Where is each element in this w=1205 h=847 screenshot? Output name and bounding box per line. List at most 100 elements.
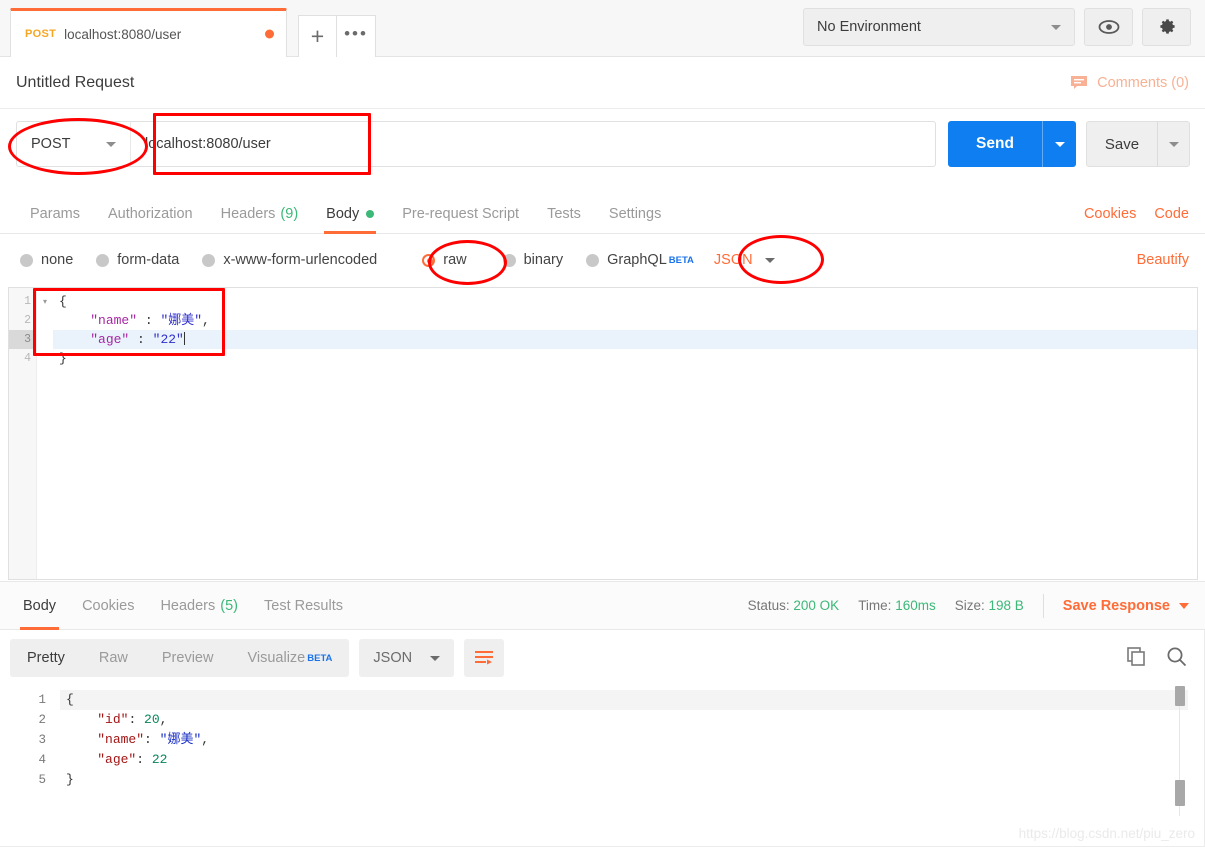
search-button[interactable] [1166,646,1187,670]
copy-icon [1127,647,1145,666]
unsaved-changes-dot-icon [265,29,274,39]
word-wrap-button[interactable] [464,639,505,677]
chevron-down-icon [764,257,775,263]
request-tab-method: POST [25,28,57,40]
http-method-select[interactable]: POST [17,122,131,166]
response-body[interactable]: 1 2 3 4 5 { "id": 20, "name": "娜美", "age… [18,686,1188,816]
tab-label: Headers [160,597,216,614]
tab-settings[interactable]: Settings [595,194,675,234]
response-tab-cookies[interactable]: Cookies [69,581,147,630]
new-tab-button[interactable]: + [298,15,337,57]
beautify-button[interactable]: Beautify [1137,252,1189,268]
environment-controls: No Environment [803,8,1191,46]
body-format-select[interactable]: JSON [714,252,775,268]
radio-icon [96,253,110,267]
page-title: Untitled Request [16,73,135,91]
cookies-link[interactable]: Cookies [1084,206,1136,222]
code-link[interactable]: Code [1154,206,1189,222]
request-tab-name: localhost:8080/user [64,26,182,42]
scrollbar-thumb-bottom[interactable] [1175,780,1185,806]
size-label: Size: [954,598,985,613]
code-line: { [60,690,1188,710]
gear-icon [1159,19,1175,34]
http-method-value: POST [31,136,71,152]
radio-icon [20,253,33,267]
tab-strip: POST localhost:8080/user + ••• [10,8,376,57]
tab-body[interactable]: Body [312,194,388,234]
save-response-button[interactable]: Save Response [1063,598,1189,614]
word-wrap-icon [475,651,494,665]
tab-pre-request-script[interactable]: Pre-request Script [388,194,533,234]
meta-divider [1042,593,1044,618]
size-group: Size: 198 B [955,598,1024,613]
chevron-down-icon [1051,24,1061,30]
body-type-none[interactable]: none [20,252,73,268]
radio-icon [502,253,516,267]
search-icon [1167,647,1187,667]
body-type-binary[interactable]: binary [502,252,563,268]
view-mode-label: Pretty [27,650,65,666]
body-type-urlencoded[interactable]: x-www-form-urlencoded [202,252,377,268]
tab-authorization[interactable]: Authorization [94,194,207,234]
comments-button[interactable]: Comments (0) [1070,75,1189,91]
request-body-editor[interactable]: 1 2 3 4 ▾ { "name" : "娜美", "age" : "22" … [8,287,1198,580]
chevron-down-icon [1168,141,1179,147]
response-scrollbar[interactable] [1175,686,1185,816]
body-format-value: JSON [713,252,753,268]
send-button-group[interactable]: Send [948,121,1076,167]
save-button-group[interactable]: Save [1086,121,1190,167]
fold-toggle-icon[interactable]: ▾ [37,292,53,311]
response-tab-headers[interactable]: Headers (5) [147,581,251,630]
response-tab-body[interactable]: Body [10,581,69,630]
send-options-button[interactable] [1043,141,1076,147]
radio-icon [202,253,216,267]
tab-options-button[interactable]: ••• [337,15,376,57]
body-type-label: raw [443,252,467,268]
save-options-button[interactable] [1158,141,1189,147]
response-format-select[interactable]: JSON [359,639,455,677]
copy-button[interactable] [1127,647,1146,669]
line-number: 4 [38,753,46,767]
body-present-dot-icon [366,209,375,218]
radio-icon [586,253,600,267]
request-tab[interactable]: POST localhost:8080/user [10,8,287,57]
url-input-value: localhost:8080/user [145,136,271,152]
code-line: } [59,351,67,366]
response-tab-test-results[interactable]: Test Results [251,581,356,630]
tab-params[interactable]: Params [16,194,94,234]
tab-label: Cookies [82,597,135,614]
response-action-icons [1127,646,1187,670]
line-number: 1 [24,295,31,308]
view-mode-preview[interactable]: Preview [145,639,231,677]
environment-select[interactable]: No Environment [803,8,1075,46]
settings-button[interactable] [1142,8,1191,46]
response-format-value: JSON [373,650,413,666]
time-label: Time: [858,598,892,613]
url-input[interactable]: localhost:8080/user [131,122,935,166]
line-number: 5 [38,773,46,787]
body-type-graphql[interactable]: GraphQL BETA [586,252,694,268]
view-mode-raw[interactable]: Raw [82,639,145,677]
request-title-row: Untitled Request Comments (0) [0,57,1205,109]
scrollbar-thumb-top[interactable] [1175,686,1185,706]
response-line-numbers: 1 2 3 4 5 [18,686,60,816]
code-line: } [66,772,74,787]
tab-tests[interactable]: Tests [533,194,595,234]
body-type-form-data[interactable]: form-data [96,252,179,268]
editor-code[interactable]: { "name" : "娜美", "age" : "22" } [53,288,1197,579]
view-mode-visualize[interactable]: Visualize BETA [230,639,349,677]
code-line: "age": 22 [97,752,168,767]
environment-quick-look-button[interactable] [1084,8,1133,46]
send-button[interactable]: Send [948,135,1042,153]
save-button[interactable]: Save [1087,136,1157,153]
tab-headers[interactable]: Headers (9) [207,194,313,234]
comment-icon [1071,75,1088,89]
comments-label: Comments (0) [1097,74,1189,91]
body-type-raw[interactable]: raw [422,252,467,268]
size-value: 198 B [988,598,1024,613]
code-line: "name" : "娜美", [90,313,210,328]
code-line: "name": "娜美", [97,732,210,747]
editor-fold-column[interactable]: ▾ [37,288,53,579]
headers-count: (5) [220,597,238,614]
view-mode-pretty[interactable]: Pretty [10,639,82,677]
